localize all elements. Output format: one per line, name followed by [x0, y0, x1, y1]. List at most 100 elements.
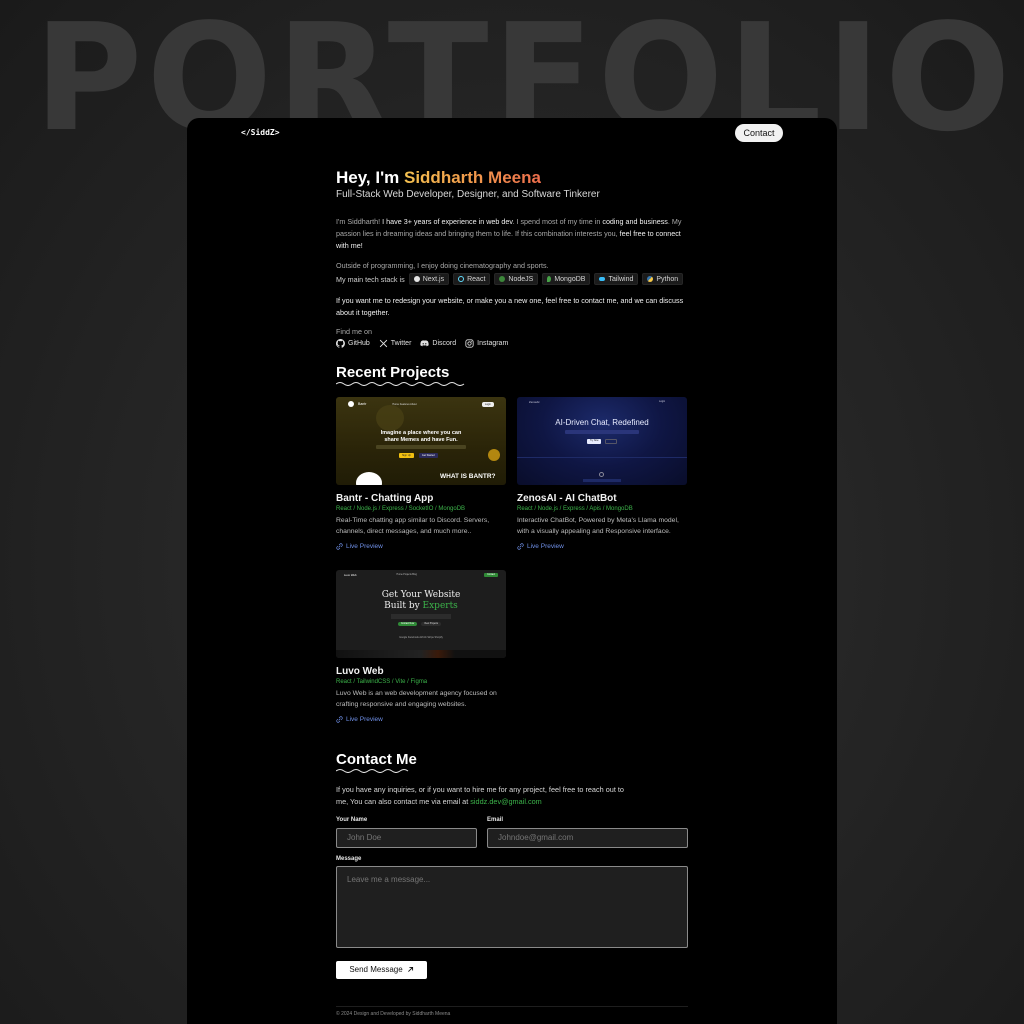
social-label: Instagram [477, 340, 509, 347]
name-input[interactable] [336, 827, 477, 848]
react-icon [458, 276, 465, 282]
thumb-buttons: Sign Up Get Started [399, 453, 438, 458]
projects-heading: Recent Projects [336, 364, 450, 381]
bantr-logo-icon [348, 401, 354, 407]
social-link-discord[interactable]: Discord [420, 339, 456, 348]
project-title: ZenosAI - AI ChatBot [517, 493, 617, 504]
contact-email-link[interactable]: siddz.dev@gmail.com [470, 797, 541, 806]
tech-chip-react: React [453, 273, 491, 285]
arrow-up-right-icon [407, 966, 413, 972]
email-input[interactable] [487, 827, 688, 848]
project-tags: React / Node.js / Express / SocketIO / M… [336, 506, 466, 512]
project-thumbnail[interactable]: ZenosAI Login AI-Driven Chat, Redefined … [517, 397, 687, 485]
heading-squiggle [336, 382, 465, 386]
nextjs-icon [413, 276, 420, 282]
social-label: Twitter [390, 340, 412, 347]
hero-greeting: Hey, I'm [336, 168, 404, 187]
nav-contact-button[interactable]: Contact [735, 124, 783, 142]
hero-title: Hey, I'm Siddharth Meena [336, 168, 688, 188]
thumb-headline: Get Your Website Built by Experts [336, 590, 506, 612]
redesign-paragraph: If you want me to redesign your website,… [336, 296, 684, 317]
project-title: Bantr - Chatting App [336, 493, 434, 504]
thumb-divider [517, 457, 687, 458]
tech-chip-python: Python [642, 273, 684, 285]
tech-chip-nodejs: NodeJS [494, 273, 539, 285]
send-message-label: Send Message [349, 965, 403, 974]
project-thumbnail[interactable]: Bantr Home Features About Login Imagine … [336, 397, 506, 485]
live-preview-label: Live Preview [346, 543, 383, 550]
thumb-section-title: WHAT IS BANTR? [440, 473, 496, 480]
link-icon [336, 716, 343, 723]
instagram-icon [465, 339, 474, 348]
project-tags: React / Node.js / Express / Apis / Mongo… [517, 506, 633, 512]
name-label: Your Name [336, 817, 368, 823]
thumb-nav: Home Features About [392, 402, 417, 406]
heading-squiggle [336, 769, 409, 773]
thumb-navbar: Bantr Home Features About Login [336, 397, 506, 411]
thumb-headline: Imagine a place where you can share Meme… [336, 430, 506, 444]
thumb-nav: Home Projects Blog [396, 574, 417, 576]
social-link-twitter[interactable]: Twitter [379, 339, 412, 348]
projects-grid: Bantr Home Features About Login Imagine … [336, 397, 688, 737]
thumb-buttons: Contact Now View Projects [398, 622, 442, 626]
thumb-footer-text [583, 479, 621, 482]
tech-chip-label: Next.js [422, 275, 445, 283]
live-preview-link[interactable]: Live Preview [336, 543, 383, 550]
thumb-cta: Contact [484, 573, 498, 577]
nodejs-icon [499, 276, 506, 282]
thumb-subtext [565, 430, 639, 434]
thumb-button: View Projects [421, 622, 442, 626]
project-card-zenosai: ZenosAI Login AI-Driven Chat, Redefined … [517, 397, 687, 555]
thumb-bottom-strip [336, 650, 506, 658]
mongodb-icon [547, 276, 552, 282]
footer: © 2024 Design and Developed by Siddharth… [336, 1006, 688, 1017]
thumb-subtext [391, 614, 451, 619]
project-card-bantr: Bantr Home Features About Login Imagine … [336, 397, 506, 555]
thumb-headline-line: Get Your Website [381, 590, 461, 600]
about-highlight: I have 3+ years of experience in web dev [382, 217, 513, 226]
site-logo[interactable]: </SiddZ> [241, 128, 280, 137]
message-textarea[interactable] [336, 865, 688, 948]
hero-subtitle: Full-Stack Web Developer, Designer, and … [336, 189, 600, 200]
tech-chip-label: Tailwind [608, 275, 634, 283]
tech-chip-mongodb: MongoDB [542, 273, 591, 285]
send-message-button[interactable]: Send Message [336, 960, 427, 979]
about-paragraph: I'm Siddharth! I have 3+ years of experi… [336, 216, 688, 252]
email-field-group: Email [487, 817, 688, 848]
thumb-headline-line: Imagine a place where you can [380, 430, 462, 436]
live-preview-link[interactable]: Live Preview [336, 716, 383, 723]
mascot-graphic [356, 472, 382, 485]
thumb-brand: ZenosAI [529, 400, 540, 404]
thumb-brand: Bantr [358, 402, 367, 406]
tech-stack-label: My main tech stack is [336, 274, 405, 284]
thumb-button: Contact Now [398, 622, 418, 626]
contact-form-row: Your Name Email [336, 817, 688, 848]
portfolio-page: </SiddZ> Contact Hey, I'm Siddharth Meen… [187, 118, 837, 1024]
project-description: Interactive ChatBot, Powered by Meta's L… [517, 517, 679, 535]
project-title: Luvo Web [336, 666, 384, 677]
thumb-button-outline [605, 439, 618, 444]
social-label: GitHub [348, 340, 370, 347]
tech-chip-nextjs: Next.js [408, 273, 450, 285]
live-preview-link[interactable]: Live Preview [517, 543, 564, 550]
social-label: Discord [432, 340, 457, 347]
discord-icon [420, 340, 430, 347]
github-icon [336, 339, 345, 348]
tech-chip-label: React [467, 275, 486, 283]
social-link-github[interactable]: GitHub [336, 339, 370, 348]
project-thumbnail[interactable]: Luvo Web Home Projects Blog Contact Get … [336, 570, 506, 658]
about-text: . I spend most of my time in [512, 217, 603, 226]
thumb-subtext [376, 445, 466, 449]
social-link-instagram[interactable]: Instagram [465, 339, 508, 348]
project-tags: React / TailwindCSS / Vite / Figma [336, 679, 428, 685]
tech-chip-label: NodeJS [508, 275, 534, 283]
about-text: I'm Siddharth! [336, 217, 383, 226]
hero-name: Siddharth Meena [403, 168, 541, 187]
hobbies-paragraph: Outside of programming, I enjoy doing ci… [336, 261, 549, 270]
tech-chip-label: MongoDB [554, 275, 586, 283]
social-links: GitHub Twitter Discord Instagram [336, 339, 688, 348]
thumb-button: Try Now [587, 439, 602, 444]
find-me-label: Find me on [336, 327, 372, 336]
thumb-headline: AI-Driven Chat, Redefined [555, 418, 649, 427]
skull-graphic [376, 405, 404, 431]
